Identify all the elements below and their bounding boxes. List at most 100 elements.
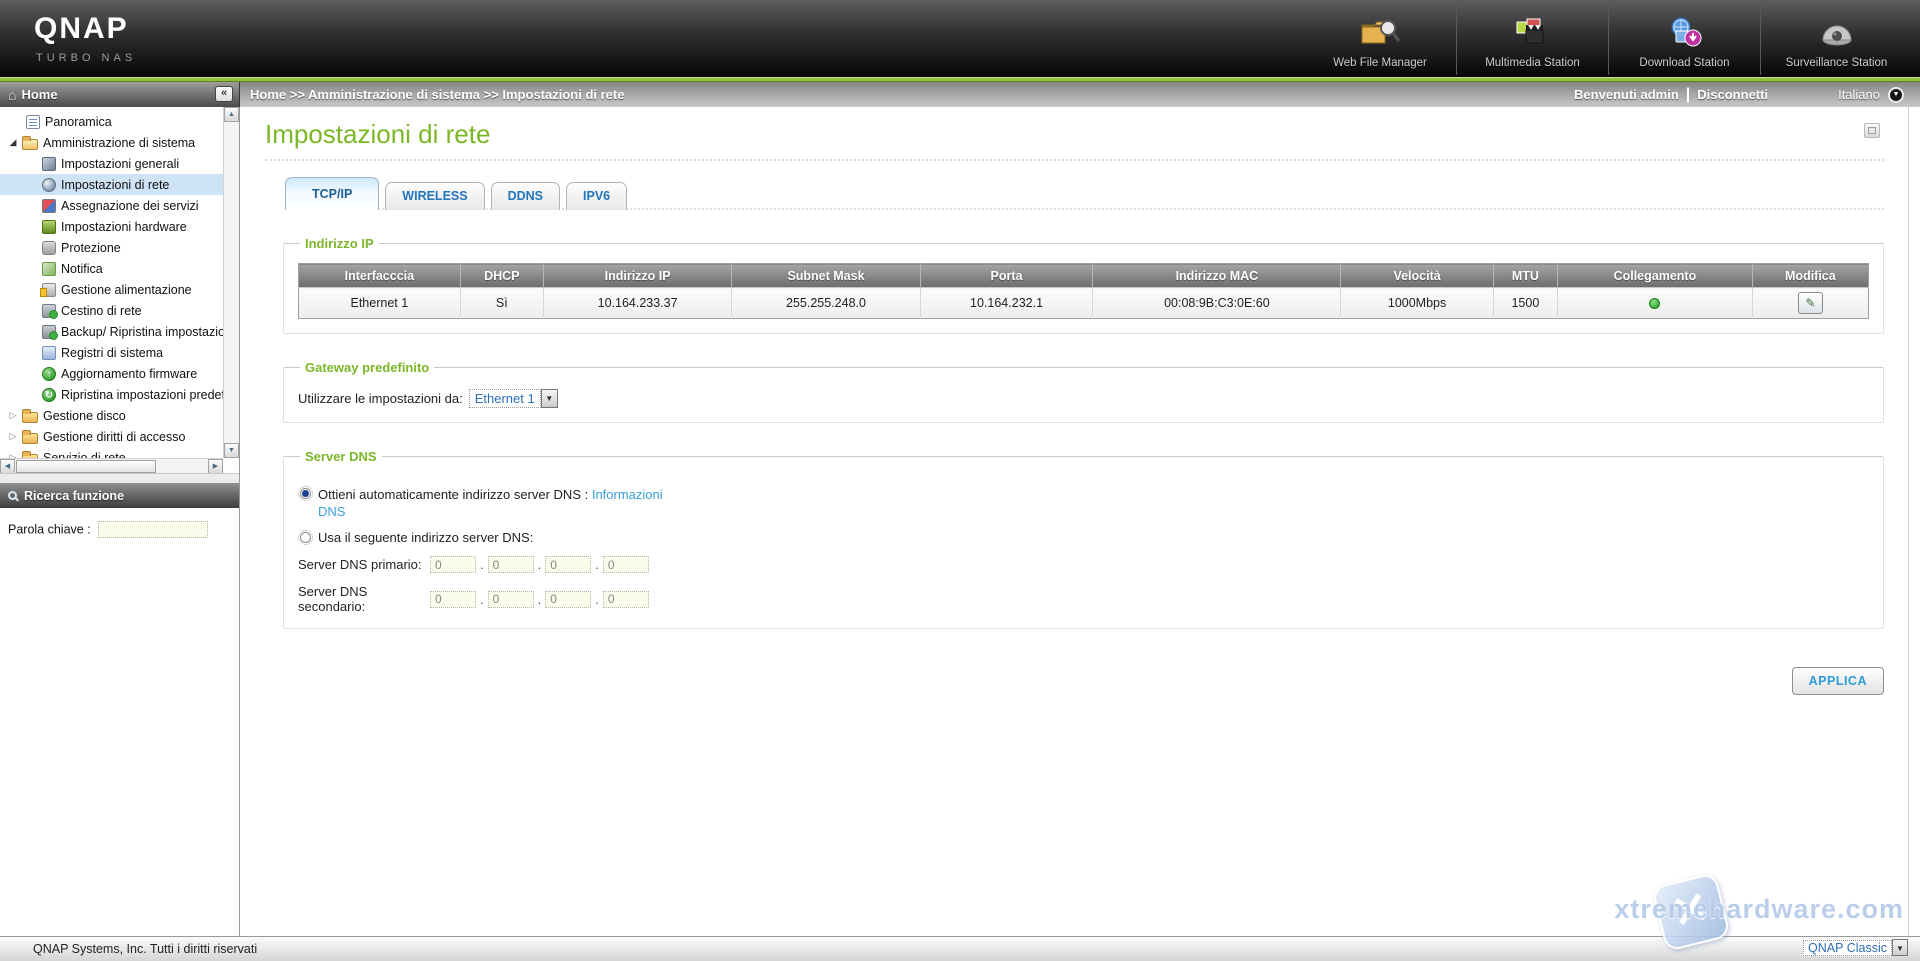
download-station-icon [1662, 15, 1708, 54]
tab-wireless[interactable]: WIRELESS [385, 182, 484, 210]
surveillance-station-button[interactable]: Surveillance Station [1760, 2, 1912, 75]
gateway-section-legend: Gateway predefinito [300, 360, 434, 375]
primary-dns-octet-1[interactable] [430, 556, 476, 573]
open-folder-icon [22, 139, 38, 150]
cell-dhcp: Sì [460, 288, 543, 319]
tab-tcpip[interactable]: TCP/IP [285, 177, 379, 210]
sidebar-item-panoramica[interactable]: Panoramica [0, 111, 223, 132]
panel-toggle-button[interactable] [1864, 123, 1880, 138]
network-settings-icon [42, 178, 56, 192]
sidebar-item-impostazioni-generali[interactable]: Impostazioni generali [0, 153, 223, 174]
content-right-border [1908, 107, 1909, 936]
sidebar-collapse-button[interactable]: « [215, 86, 233, 102]
sidebar-item-protezione[interactable]: Protezione [0, 237, 223, 258]
tree-horizontal-scrollbar[interactable]: ◀ ▶ [0, 458, 223, 473]
sidebar: Panoramica ◢ Amministrazione di sistema … [0, 107, 240, 936]
sidebar-item-assegnazione-dei-servizi[interactable]: Assegnazione dei servizi [0, 195, 223, 216]
gateway-interface-select[interactable]: Ethernet 1 ▼ [469, 389, 558, 408]
col-mtu: MTU [1493, 264, 1557, 288]
col-link: Collegamento [1558, 264, 1753, 288]
dns-manual-label: Usa il seguente indirizzo server DNS: [318, 530, 533, 545]
col-ip: Indirizzo IP [543, 264, 731, 288]
primary-dns-octet-4[interactable] [603, 556, 649, 573]
cell-subnet: 255.255.248.0 [732, 288, 920, 319]
tab-ipv6[interactable]: IPV6 [566, 182, 627, 210]
secondary-dns-octet-4[interactable] [603, 591, 649, 608]
col-gateway: Porta [920, 264, 1093, 288]
chevron-down-icon: ▼ [541, 389, 558, 408]
secondary-dns-octet-1[interactable] [430, 591, 476, 608]
link-connected-icon [1649, 298, 1660, 309]
station-label: Surveillance Station [1786, 57, 1888, 69]
sidebar-item-ripristina-impostazioni-predefinite[interactable]: Ripristina impostazioni predefin [0, 384, 223, 405]
notification-icon [42, 262, 56, 276]
general-settings-icon [42, 157, 56, 171]
panel-divider [0, 473, 239, 483]
cell-interface: Ethernet 1 [299, 288, 461, 319]
edit-interface-button[interactable]: ✎ [1798, 292, 1823, 314]
secondary-dns-octet-2[interactable] [488, 591, 534, 608]
logo-subtitle: TURBO NAS [36, 52, 136, 64]
download-station-button[interactable]: Download Station [1608, 2, 1760, 75]
cell-edit: ✎ [1752, 288, 1868, 319]
keyword-input[interactable] [98, 521, 208, 538]
dns-auto-label: Ottieni automaticamente indirizzo server… [318, 486, 686, 520]
primary-dns-octet-3[interactable] [545, 556, 591, 573]
tree-collapsed-icon[interactable]: ▷ [6, 431, 20, 442]
keyword-label: Parola chiave : [8, 523, 91, 537]
logout-link[interactable]: Disconnetti [1697, 87, 1768, 102]
cell-link-status [1558, 288, 1753, 319]
surveillance-station-icon [1814, 15, 1860, 54]
sidebar-item-notifica[interactable]: Notifica [0, 258, 223, 279]
dns-manual-radio[interactable] [300, 532, 311, 543]
sidebar-item-backup-ripristina-impostazioni[interactable]: Backup/ Ripristina impostazion [0, 321, 223, 342]
logo-title: QNAP [34, 12, 136, 46]
scroll-down-icon[interactable]: ▼ [224, 443, 239, 458]
sidebar-item-gestione-disco[interactable]: ▷ Gestione disco [0, 405, 223, 426]
web-file-manager-button[interactable]: Web File Manager [1304, 2, 1456, 75]
col-mac: Indirizzo MAC [1093, 264, 1341, 288]
multimedia-station-button[interactable]: Multimedia Station [1456, 2, 1608, 75]
overview-icon [26, 115, 40, 129]
selected-interface: Ethernet 1 [469, 389, 541, 408]
cell-mac: 00:08:9B:C3:0E:60 [1093, 288, 1341, 319]
theme-select[interactable]: QNAP Classic ▼ [1803, 939, 1908, 956]
scroll-up-icon[interactable]: ▲ [224, 107, 239, 122]
function-search-panel: Parola chiave : [0, 508, 239, 936]
breadcrumb-divider: | [1686, 86, 1690, 104]
hardware-settings-icon [42, 220, 56, 234]
sidebar-item-impostazioni-hardware[interactable]: Impostazioni hardware [0, 216, 223, 237]
col-speed: Velocità [1341, 264, 1493, 288]
secondary-dns-octet-3[interactable] [545, 591, 591, 608]
sidebar-item-gestione-diritti-di-accesso[interactable]: ▷ Gestione diritti di accesso [0, 426, 223, 447]
ip-section-legend: Indirizzo IP [300, 236, 379, 251]
sidebar-item-registri-di-sistema[interactable]: Registri di sistema [0, 342, 223, 363]
backup-restore-icon [42, 325, 56, 339]
scroll-right-icon[interactable]: ▶ [208, 459, 223, 473]
tab-ddns[interactable]: DDNS [491, 182, 560, 210]
scrollbar-thumb[interactable] [16, 460, 156, 473]
sidebar-item-aggiornamento-firmware[interactable]: Aggiornamento firmware [0, 363, 223, 384]
gateway-label: Utilizzare le impostazioni da: [298, 391, 463, 406]
language-dropdown-button[interactable]: ▼ [1888, 87, 1904, 103]
col-interface: Interfacccia [299, 264, 461, 288]
sidebar-item-impostazioni-di-rete[interactable]: Impostazioni di rete [0, 174, 223, 195]
copyright-text: QNAP Systems, Inc. Tutti i diritti riser… [33, 942, 257, 956]
dns-server-section: Server DNS Ottieni automaticamente indir… [283, 449, 1884, 629]
power-management-icon [42, 283, 56, 297]
tree-vertical-scrollbar[interactable]: ▲ ▼ [223, 107, 239, 458]
sidebar-item-cestino-di-rete[interactable]: Cestino di rete [0, 300, 223, 321]
apply-button[interactable]: APPLICA [1792, 667, 1884, 695]
station-label: Multimedia Station [1485, 57, 1580, 69]
primary-dns-octet-2[interactable] [488, 556, 534, 573]
scroll-left-icon[interactable]: ◀ [0, 459, 15, 473]
sidebar-item-gestione-alimentazione[interactable]: Gestione alimentazione [0, 279, 223, 300]
secondary-dns-label: Server DNS secondario: [298, 584, 430, 614]
sidebar-item-amministrazione-di-sistema[interactable]: ◢ Amministrazione di sistema [0, 132, 223, 153]
language-label: Italiano [1838, 87, 1880, 102]
system-logs-icon [42, 346, 56, 360]
tree-collapsed-icon[interactable]: ▷ [6, 410, 20, 421]
main-content: Impostazioni di rete TCP/IP WIRELESS DDN… [241, 107, 1920, 936]
dns-auto-radio[interactable] [300, 488, 311, 499]
tree-expanded-icon[interactable]: ◢ [6, 137, 20, 148]
